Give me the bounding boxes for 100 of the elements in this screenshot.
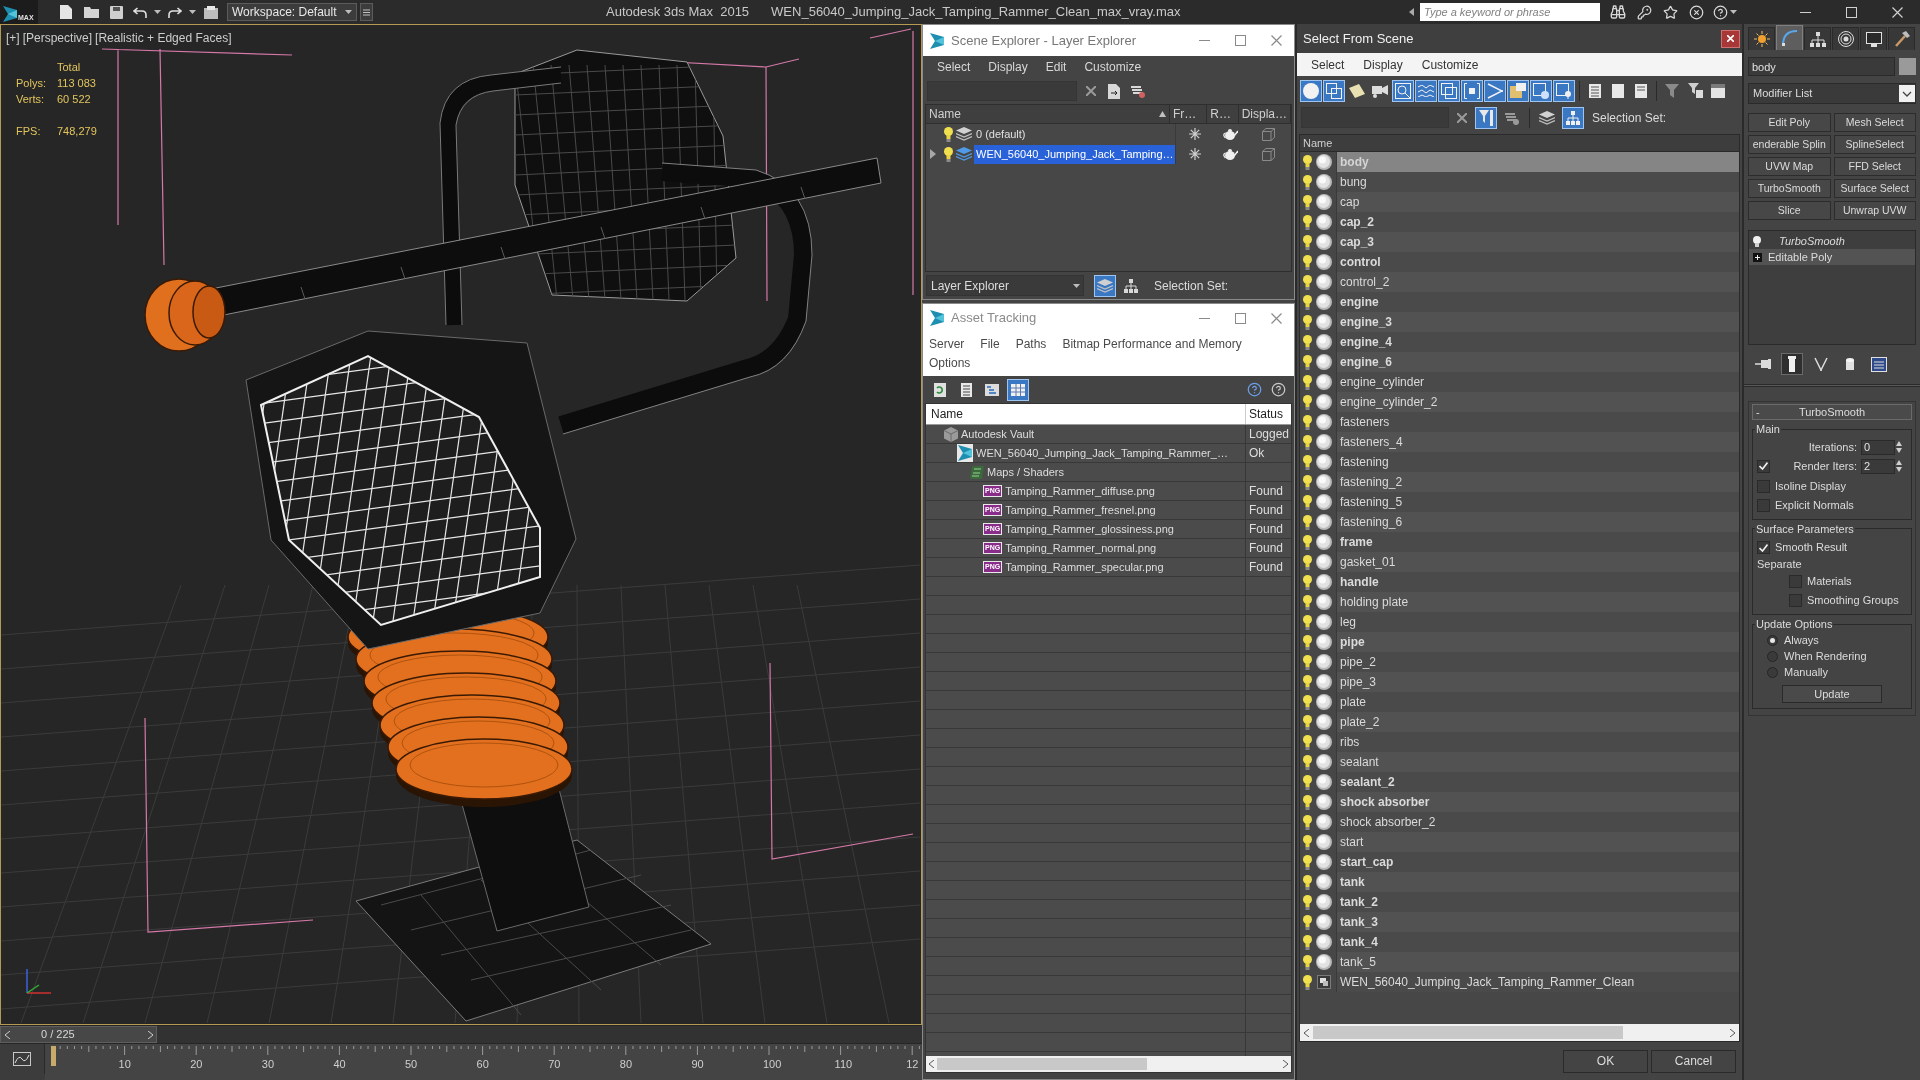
menu-item[interactable]: Display [988, 58, 1028, 76]
object-name-cell[interactable]: pipe_3 [1336, 672, 1739, 692]
object-name-cell[interactable]: cap_3 [1336, 232, 1739, 252]
menu-item[interactable]: File [980, 335, 1000, 354]
modifier-button[interactable]: SplineSelect [1833, 135, 1916, 154]
checkbox[interactable] [1789, 594, 1802, 607]
layer-view-button[interactable] [1094, 274, 1116, 297]
scrollbar-thumb[interactable] [937, 1058, 1147, 1070]
object-name-cell[interactable]: cap [1336, 192, 1739, 212]
rollout-header[interactable]: - TurboSmooth [1752, 404, 1912, 420]
checkbox-label[interactable]: Render Iters: [1774, 457, 1857, 475]
asset-name[interactable]: Autodesk Vault [961, 425, 1035, 443]
color-swatch-icon[interactable] [1899, 58, 1916, 75]
column-header[interactable]: R… [1207, 105, 1239, 123]
horizontal-scrollbar[interactable] [1300, 1024, 1739, 1041]
menu-item[interactable]: Server [929, 335, 965, 354]
menu-item[interactable]: Select [1311, 55, 1345, 74]
menu-item[interactable]: Options [929, 354, 971, 373]
layer-name[interactable]: 0 (default) [974, 124, 1028, 144]
horizontal-scrollbar[interactable] [926, 1056, 1291, 1072]
asset-name[interactable]: Tamping_Rammer_specular.png [1005, 558, 1164, 576]
radio-button[interactable] [1767, 667, 1778, 678]
command-panel-tab[interactable] [1888, 27, 1915, 50]
radio-button[interactable] [1767, 635, 1778, 646]
object-filter-button[interactable] [1553, 79, 1575, 102]
object-filter-button[interactable] [1484, 79, 1506, 102]
modifier-button[interactable]: Unwrap UVW [1833, 201, 1916, 220]
viewport[interactable]: [+] [Perspective] [Realistic + Edged Faces] Total Polys: 113 083 Verts: 60 522 FPS: 748,279 [0, 24, 922, 1025]
object-filter-button[interactable] [1300, 79, 1322, 102]
close-button[interactable] [1721, 29, 1740, 48]
command-panel-tab[interactable] [1748, 27, 1775, 50]
asset-name[interactable]: Tamping_Rammer_fresnel.png [1005, 501, 1156, 519]
checkbox[interactable] [1757, 498, 1770, 512]
modifier-button[interactable]: TurboSmooth [1748, 179, 1831, 198]
column-header[interactable]: Status [1245, 404, 1291, 424]
command-panel-tab[interactable] [1832, 27, 1859, 50]
modifier-button[interactable]: enderable Splin [1748, 135, 1831, 154]
radio-label[interactable]: Manually [1784, 664, 1829, 681]
clear-search-button[interactable] [1083, 83, 1099, 99]
object-name-field[interactable]: body [1748, 57, 1895, 76]
hierarchy-view-button[interactable] [1562, 106, 1584, 129]
object-filter-button[interactable] [1323, 79, 1345, 102]
object-name-cell[interactable]: tank_5 [1336, 952, 1739, 972]
object-name-cell[interactable]: start [1336, 832, 1739, 852]
time-slider-thumb[interactable]: 0 / 225 [0, 1026, 157, 1043]
checkbox-label[interactable]: Explicit Normals [1775, 496, 1854, 514]
menu-item[interactable]: Customize [1084, 58, 1142, 76]
menu-item[interactable]: Paths [1015, 335, 1047, 354]
asset-name[interactable]: Tamping_Rammer_normal.png [1005, 539, 1157, 557]
menu-item[interactable]: Edit [1045, 58, 1067, 76]
column-header[interactable]: Name [1300, 135, 1739, 152]
display-filter-button[interactable] [1475, 106, 1497, 129]
checkbox[interactable] [1757, 541, 1770, 554]
spinner-arrows-icon[interactable] [1895, 459, 1903, 473]
search-button[interactable] [1608, 2, 1628, 22]
object-name-cell[interactable]: control_2 [1336, 272, 1739, 292]
modifier-button[interactable]: Surface Select [1833, 179, 1916, 198]
stack-tool-button[interactable] [1781, 353, 1803, 375]
object-filter-button[interactable] [1507, 79, 1529, 102]
dialog-button[interactable]: Cancel [1651, 1049, 1736, 1073]
layer-name[interactable]: WEN_56040_Jumping_Jack_Tamping… [974, 144, 1175, 164]
asset-name[interactable]: Maps / Shaders [987, 463, 1065, 481]
command-panel-tab[interactable] [1804, 27, 1831, 50]
column-header[interactable]: Displa… [1238, 105, 1291, 123]
viewport-label[interactable]: [+] [6, 29, 20, 47]
radio-label[interactable]: Always [1784, 632, 1819, 649]
object-name-cell[interactable]: engine_6 [1336, 352, 1739, 372]
command-panel-tab[interactable] [1860, 27, 1887, 50]
spinner-arrows-icon[interactable] [1895, 440, 1903, 454]
object-name-cell[interactable]: fastening_6 [1336, 512, 1739, 532]
object-filter-button[interactable] [1438, 79, 1460, 102]
asset-name[interactable]: WEN_56040_Jumping_Jack_Tamping_Rammer_… [976, 444, 1228, 462]
modifier-button[interactable]: UVW Map [1748, 157, 1831, 176]
object-name-cell[interactable]: fasteners_4 [1336, 432, 1739, 452]
viewport-label[interactable]: [Realistic + Edged Faces] [95, 29, 232, 47]
object-name-cell[interactable]: engine_3 [1336, 312, 1739, 332]
object-name-cell[interactable]: tank_3 [1336, 912, 1739, 932]
object-filter-button[interactable] [1392, 79, 1414, 102]
stack-item[interactable]: TurboSmooth [1749, 233, 1915, 249]
workspace-menu-button[interactable] [360, 3, 373, 21]
scrollbar-thumb[interactable] [1313, 1026, 1623, 1039]
time-ruler[interactable]: 10 20 30 40 50 60 70 80 90 100 110 12 [45, 1044, 922, 1080]
object-name-cell[interactable]: shock absorber [1336, 792, 1739, 812]
modifier-button[interactable]: Edit Poly [1748, 113, 1831, 132]
checkbox-label[interactable]: Isoline Display [1775, 477, 1846, 495]
object-filter-button[interactable] [1415, 79, 1437, 102]
time-slider-track[interactable]: 0 / 225 [0, 1025, 922, 1044]
object-filter-button[interactable] [1530, 79, 1552, 102]
object-name-cell[interactable]: gasket_01 [1336, 552, 1739, 572]
explorer-dropdown[interactable]: Layer Explorer [926, 275, 1084, 296]
checkbox[interactable] [1789, 575, 1802, 588]
modifier-button[interactable]: FFD Select [1833, 157, 1916, 176]
radio-label[interactable]: When Rendering [1784, 648, 1867, 665]
column-header[interactable]: Fr… [1170, 105, 1208, 123]
modifier-button[interactable]: Mesh Select [1833, 113, 1916, 132]
stack-item[interactable]: Editable Poly [1749, 249, 1915, 265]
add-to-layer-button[interactable] [1105, 82, 1123, 100]
view-mode-button[interactable] [1007, 378, 1029, 401]
checkbox-label[interactable]: Smooth Result [1775, 539, 1848, 556]
checkbox[interactable] [1757, 479, 1770, 493]
